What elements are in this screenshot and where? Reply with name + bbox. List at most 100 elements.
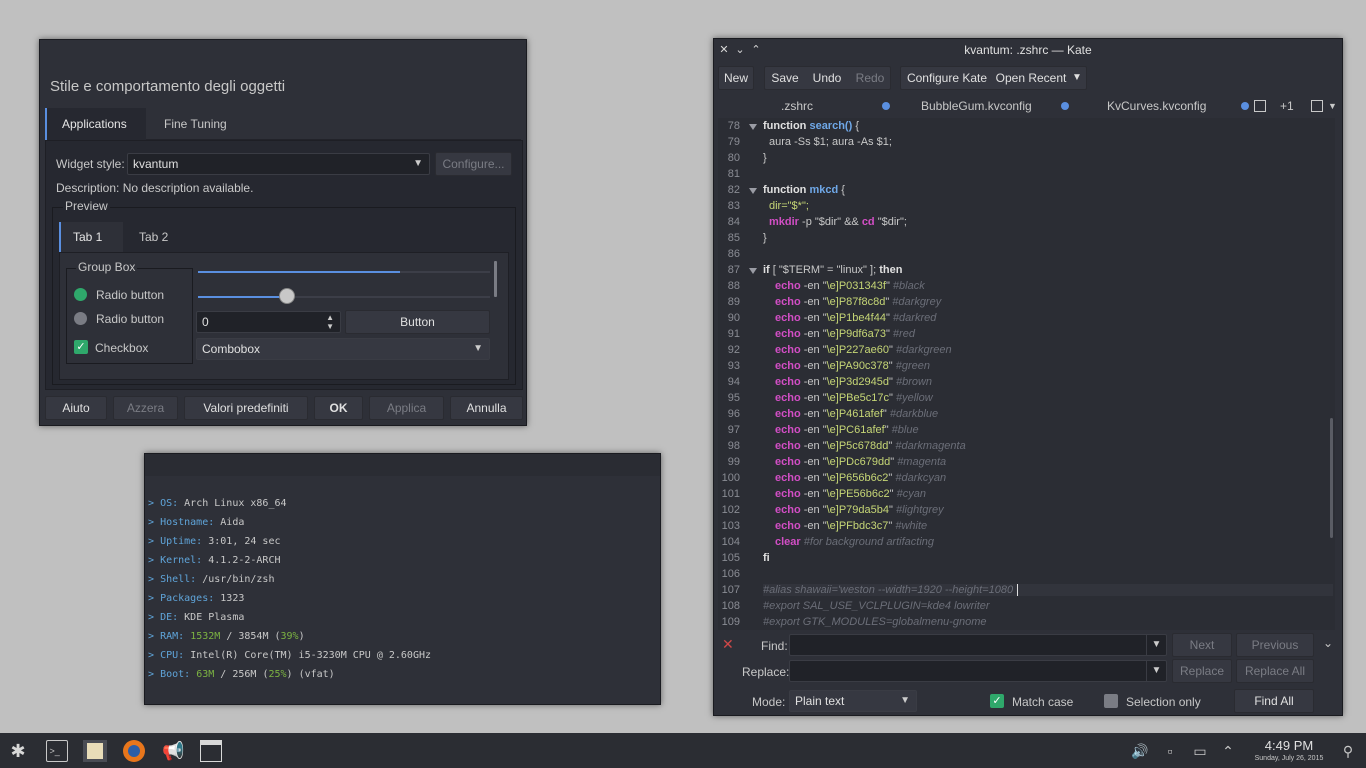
tab-applications[interactable]: Applications — [45, 108, 146, 140]
line-number: 87 — [727, 264, 740, 276]
globe-icon — [128, 745, 140, 757]
close-search-icon[interactable]: ✕ — [722, 636, 734, 653]
code-line: echo -en "\e]P1be4f44" #darkred — [775, 312, 937, 324]
info-value: 3:01, 24 sec — [208, 536, 281, 547]
ram-percent: 39% — [280, 631, 299, 642]
reset-button[interactable]: Azzera — [113, 396, 178, 420]
search-icon[interactable]: ⚲ — [1339, 742, 1357, 760]
line-number: 97 — [727, 424, 740, 436]
defaults-button[interactable]: Valori predefiniti — [184, 396, 308, 420]
window-icon[interactable] — [200, 740, 222, 762]
tab-fine-tuning[interactable]: Fine Tuning — [149, 108, 242, 140]
terminal-icon[interactable]: >_ — [46, 740, 68, 762]
tab-zshrc[interactable]: .zshrc — [781, 98, 813, 114]
fold-arrow-icon[interactable] — [749, 188, 757, 194]
more-tabs-count[interactable]: +1 — [1280, 98, 1294, 114]
find-all-button[interactable]: Find All — [1234, 689, 1314, 713]
code-editor[interactable]: 78 79 80 81 82 83 84 85 86 87 88 89 90 91 92 93 94 95 96 97… — [718, 118, 1335, 630]
spin-box[interactable]: 0 ▲ ▼ — [196, 311, 341, 333]
terminal-line: > RAM: 1532M / 3854M (39%) — [148, 631, 305, 642]
display-icon[interactable]: ▭ — [1191, 742, 1209, 760]
tab-preview-1[interactable]: Tab 1 — [59, 222, 123, 252]
help-button[interactable]: Aiuto — [45, 396, 107, 420]
devices-icon[interactable]: ▫ — [1161, 742, 1179, 760]
chevron-down-icon[interactable]: ▼ — [1069, 67, 1085, 91]
undo-button[interactable]: Undo — [807, 67, 847, 91]
info-key: OS: — [160, 498, 179, 509]
selection-only-checkbox[interactable] — [1104, 694, 1118, 708]
line-number: 105 — [721, 552, 740, 564]
chevron-down-icon: ▼ — [900, 695, 910, 706]
find-input[interactable]: ▼ — [789, 634, 1167, 656]
configure-kate-button[interactable]: Configure Kate — [903, 67, 991, 91]
prompt-glyph: > — [148, 593, 155, 604]
chevron-down-icon[interactable]: ▼ — [1328, 98, 1337, 114]
chevron-down-icon[interactable]: ▼ — [1146, 635, 1166, 655]
preview-label: Preview — [63, 199, 110, 213]
tab-kvcurves[interactable]: KvCurves.kvconfig — [1107, 98, 1206, 114]
cancel-button[interactable]: Annulla — [450, 396, 523, 420]
terminal-line: > OS: Arch Linux x86_64 — [148, 498, 287, 509]
match-case-checkbox[interactable]: ✓ — [990, 694, 1004, 708]
next-button[interactable]: Next — [1172, 633, 1232, 657]
comment: #lightgrey — [895, 504, 944, 516]
configure-button[interactable]: Configure... — [435, 152, 512, 176]
tab-preview-2[interactable]: Tab 2 — [127, 222, 180, 252]
clock-time[interactable]: 4:49 PM — [1247, 738, 1331, 753]
radio-button-unchecked[interactable] — [74, 312, 87, 325]
fold-arrow-icon[interactable] — [749, 124, 757, 130]
volume-icon[interactable]: 🔊 — [1131, 742, 1149, 760]
replace-input[interactable]: ▼ — [789, 660, 1167, 682]
editor-scrollbar[interactable] — [1330, 418, 1333, 538]
fold-arrow-icon[interactable] — [749, 268, 757, 274]
mode-combo[interactable]: Plain text ▼ — [789, 690, 917, 712]
code-line: echo -en "\e]PC61afef" #blue — [775, 424, 919, 436]
code-line: if [ "$TERM" = "linux" ]; then — [763, 264, 902, 276]
ok-button[interactable]: OK — [314, 396, 363, 420]
comment: #export GTK_MODULES=globalmenu-gnome — [763, 616, 987, 628]
apply-button[interactable]: Applica — [369, 396, 444, 420]
info-value: KDE Plasma — [184, 612, 245, 623]
prompt-glyph: > — [148, 536, 155, 547]
line-number: 91 — [727, 328, 740, 340]
command: echo — [775, 280, 801, 292]
chevron-down-icon[interactable]: ▼ — [1146, 661, 1166, 681]
command: echo — [775, 440, 801, 452]
kate-task-icon[interactable] — [83, 740, 107, 762]
slider-handle[interactable] — [279, 288, 295, 304]
save-button[interactable]: Save — [767, 67, 803, 91]
widget-style-combo[interactable]: kvantum ▼ — [127, 153, 430, 175]
terminal-line: > Packages: 1323 — [148, 593, 244, 604]
document-icon[interactable] — [1254, 100, 1266, 112]
kde-menu-icon[interactable]: ✱ — [7, 740, 29, 762]
vertical-scrollbar[interactable] — [494, 261, 497, 297]
replace-all-button[interactable]: Replace All — [1236, 659, 1314, 683]
mode-value: Plain text — [795, 694, 845, 708]
comment: #for background artifacting — [803, 536, 935, 548]
split-view-icon[interactable] — [1311, 100, 1323, 112]
prompt-glyph: > — [148, 631, 155, 642]
preview-combobox[interactable]: Combobox ▼ — [196, 338, 490, 360]
chevron-up-icon[interactable]: ⌃ — [1219, 742, 1237, 760]
terminal-window: > OS: Arch Linux x86_64 > Hostname: Aida >… — [144, 453, 661, 705]
string: \e]P79da5b4 — [826, 504, 889, 516]
collapse-icon[interactable]: ⌄ — [1323, 636, 1333, 650]
open-recent-button[interactable]: Open Recent — [993, 67, 1069, 91]
terminal-line: > Uptime: 3:01, 24 sec — [148, 536, 281, 547]
checkbox[interactable]: ✓ — [74, 340, 88, 354]
boot-used: 63M — [196, 669, 215, 680]
redo-button[interactable]: Redo — [851, 67, 889, 91]
firefox-icon[interactable] — [123, 740, 145, 762]
replace-button[interactable]: Replace — [1172, 659, 1232, 683]
keyword: fi — [763, 552, 770, 564]
line-number: 88 — [727, 280, 740, 292]
comment: #red — [892, 328, 915, 340]
spin-arrows-icon[interactable]: ▲ ▼ — [326, 313, 334, 331]
new-button[interactable]: New — [719, 67, 753, 91]
preview-button[interactable]: Button — [345, 310, 490, 334]
terminal-line: > DE: KDE Plasma — [148, 612, 244, 623]
tab-bubblegum[interactable]: BubbleGum.kvconfig — [921, 98, 1032, 114]
megaphone-icon[interactable]: 📢 — [162, 740, 184, 762]
previous-button[interactable]: Previous — [1236, 633, 1314, 657]
radio-button-checked[interactable] — [74, 288, 87, 301]
